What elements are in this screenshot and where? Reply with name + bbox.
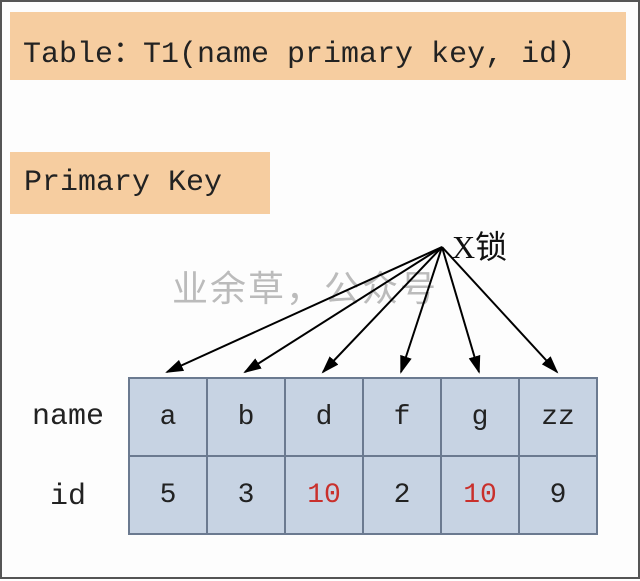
cell-id: 10	[441, 456, 519, 534]
row-label-id: id	[50, 480, 86, 514]
cell-name: a	[129, 378, 207, 456]
cell-name: b	[207, 378, 285, 456]
table-row: 5 3 10 2 10 9	[129, 456, 597, 534]
watermark-text: 业余草，公众号	[172, 260, 438, 312]
x-lock-label: X锁	[452, 222, 507, 268]
cell-name: d	[285, 378, 363, 456]
cell-id: 10	[285, 456, 363, 534]
row-label-name: name	[32, 400, 104, 434]
cell-id: 9	[519, 456, 597, 534]
cell-id: 3	[207, 456, 285, 534]
data-table: a b d f g zz 5 3 10 2 10 9	[128, 377, 598, 535]
cell-name: f	[363, 378, 441, 456]
table-definition-text: Table：T1(name primary key, id)	[23, 38, 575, 72]
cell-name: g	[441, 378, 519, 456]
primary-key-label: Primary Key	[24, 166, 222, 200]
cell-name: zz	[519, 378, 597, 456]
cell-id: 5	[129, 456, 207, 534]
primary-key-box: Primary Key	[10, 152, 270, 214]
cell-id: 2	[363, 456, 441, 534]
table-definition-box: Table：T1(name primary key, id)	[10, 12, 626, 80]
diagram-canvas: Table：T1(name primary key, id) Primary K…	[0, 0, 640, 579]
table-row: a b d f g zz	[129, 378, 597, 456]
